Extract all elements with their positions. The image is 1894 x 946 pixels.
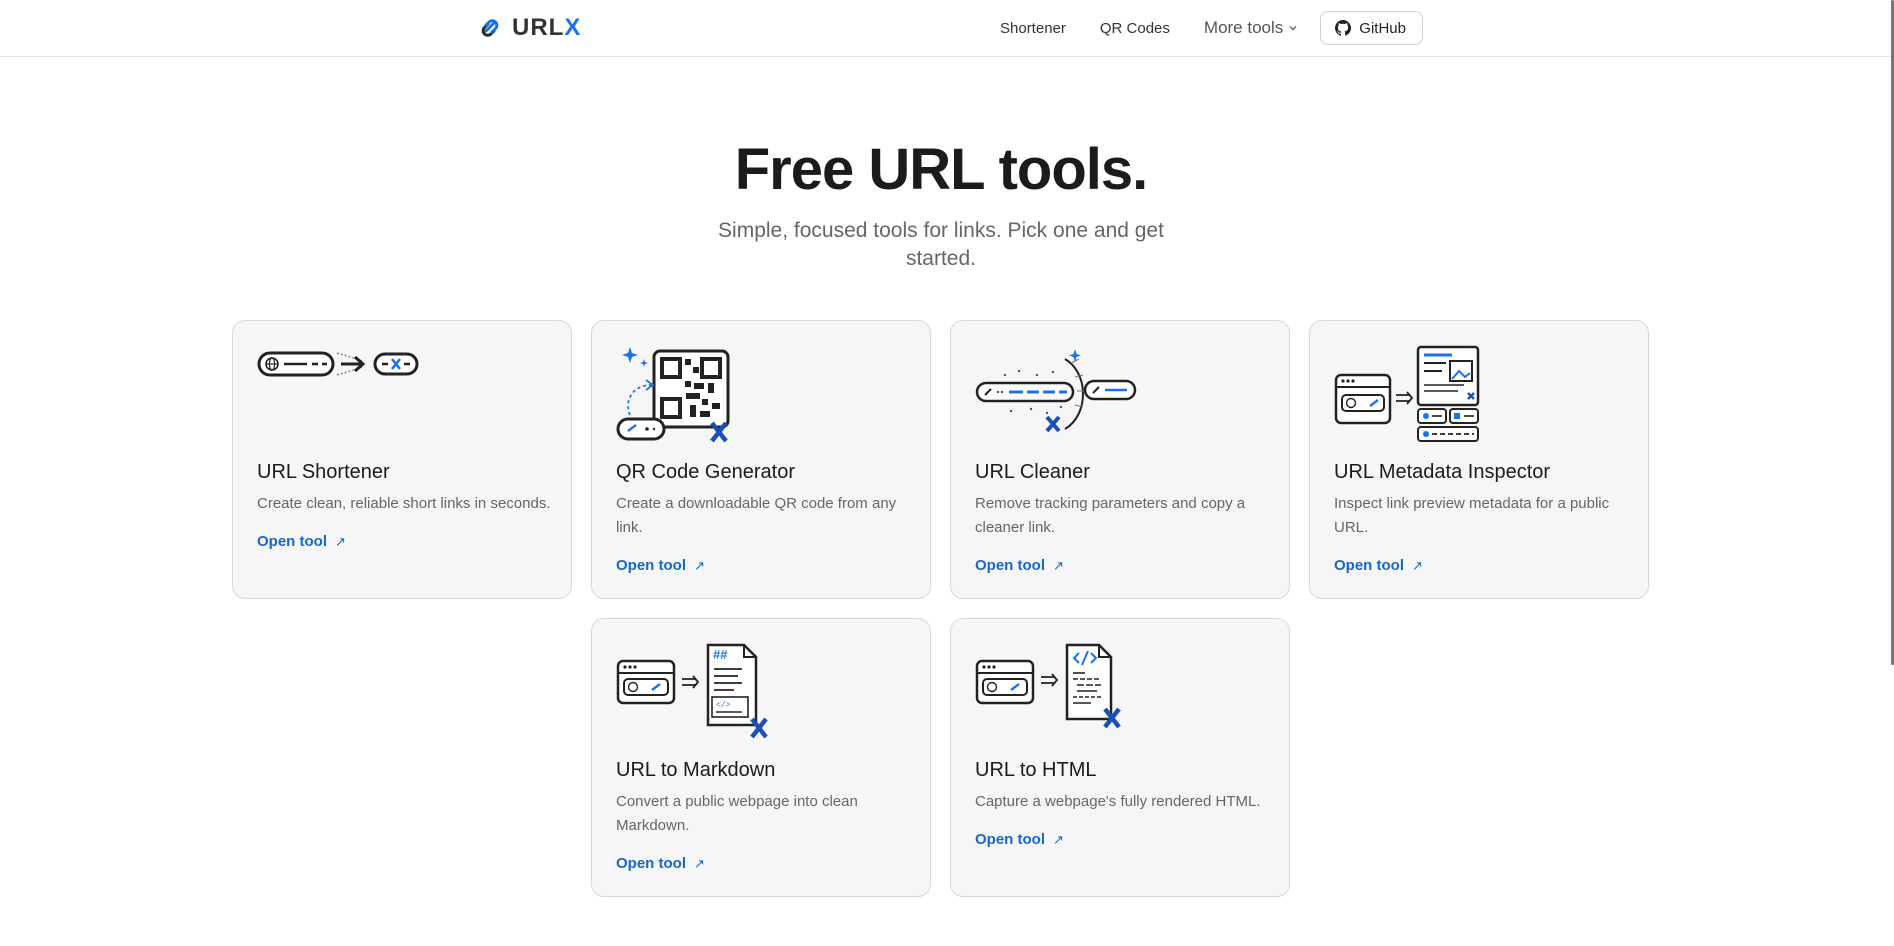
- tool-card-description: Remove tracking parameters and copy a cl…: [975, 495, 1246, 536]
- more-tools-dropdown[interactable]: More tools: [1204, 18, 1298, 38]
- tool-card-url-shortener[interactable]: URL Shortener Create clean, reliable sho…: [232, 320, 572, 599]
- open-tool-link[interactable]: Open tool ↗: [257, 533, 346, 550]
- tool-card-title: URL to HTML: [975, 759, 1097, 781]
- hero-title: Free URL tools.: [734, 137, 1149, 202]
- open-tool-link[interactable]: Open tool ↗: [1334, 557, 1423, 574]
- tool-card-qr-code-generator[interactable]: QR Code Generator Create a downloadable …: [591, 320, 931, 599]
- external-arrow-icon: ↗: [694, 855, 705, 871]
- github-icon: [1335, 20, 1352, 36]
- tool-card-description: Create a downloadable QR code from any l…: [616, 495, 897, 536]
- url-shortener-illustration: [257, 351, 419, 377]
- github-label: GitHub: [1359, 19, 1406, 37]
- url-to-html-illustration: [975, 643, 1121, 729]
- nav-shortener[interactable]: Shortener: [1000, 20, 1066, 37]
- external-arrow-icon: ↗: [335, 533, 346, 549]
- markdown-heading-glyph: ##: [713, 647, 728, 662]
- open-tool-link[interactable]: Open tool ↗: [616, 855, 705, 872]
- more-tools-label: More tools: [1203, 18, 1284, 37]
- metadata-inspector-illustration: [1334, 345, 1480, 442]
- link-logo-icon: [481, 19, 499, 37]
- tool-card-description: Convert a public webpage into clean Mark…: [616, 793, 858, 834]
- chevron-down-icon: [1289, 26, 1297, 31]
- tool-card-description: Inspect link preview metadata for a publ…: [1334, 495, 1610, 536]
- tool-card-title: URL to Markdown: [616, 759, 776, 781]
- tool-card-url-to-markdown[interactable]: ## </> URL to Markdown Convert a public …: [591, 618, 931, 897]
- qr-code-illustration: [616, 347, 730, 443]
- tool-card-url-metadata-inspector[interactable]: URL Metadata Inspector Inspect link prev…: [1309, 320, 1649, 599]
- hero-subtitle: Simple, focused tools for links. Pick on…: [718, 219, 1164, 270]
- url-cleaner-illustration: [975, 349, 1137, 433]
- external-arrow-icon: ↗: [1053, 557, 1064, 573]
- top-navigation: URLX Shortener QR Codes More tools GitHu…: [0, 0, 1894, 57]
- github-button[interactable]: GitHub: [1320, 11, 1423, 45]
- tool-card-title: URL Metadata Inspector: [1334, 461, 1551, 483]
- html-tag-glyph: </>: [716, 701, 731, 710]
- logo-wordmark: URLX: [512, 14, 582, 41]
- tool-card-url-to-html[interactable]: URL to HTML Capture a webpage's fully re…: [950, 618, 1290, 897]
- tool-card-url-cleaner[interactable]: URL Cleaner Remove tracking parameters a…: [950, 320, 1290, 599]
- tool-card-title: URL Cleaner: [975, 461, 1090, 483]
- external-arrow-icon: ↗: [1412, 557, 1423, 573]
- site-logo[interactable]: URLX: [476, 14, 581, 42]
- external-arrow-icon: ↗: [694, 557, 705, 573]
- tool-card-description: Create clean, reliable short links in se…: [257, 495, 551, 512]
- open-tool-link[interactable]: Open tool ↗: [975, 557, 1064, 574]
- main-nav: Shortener QR Codes More tools GitHub: [1000, 10, 1423, 46]
- tool-card-description: Capture a webpage's fully rendered HTML.: [975, 793, 1261, 810]
- tool-card-title: QR Code Generator: [616, 461, 795, 483]
- open-tool-link[interactable]: Open tool ↗: [616, 557, 705, 574]
- tool-card-title: URL Shortener: [257, 461, 390, 483]
- external-arrow-icon: ↗: [1053, 831, 1064, 847]
- url-to-markdown-illustration: ## </>: [616, 643, 768, 739]
- nav-qr-codes[interactable]: QR Codes: [1100, 20, 1170, 37]
- open-tool-link[interactable]: Open tool ↗: [975, 831, 1064, 848]
